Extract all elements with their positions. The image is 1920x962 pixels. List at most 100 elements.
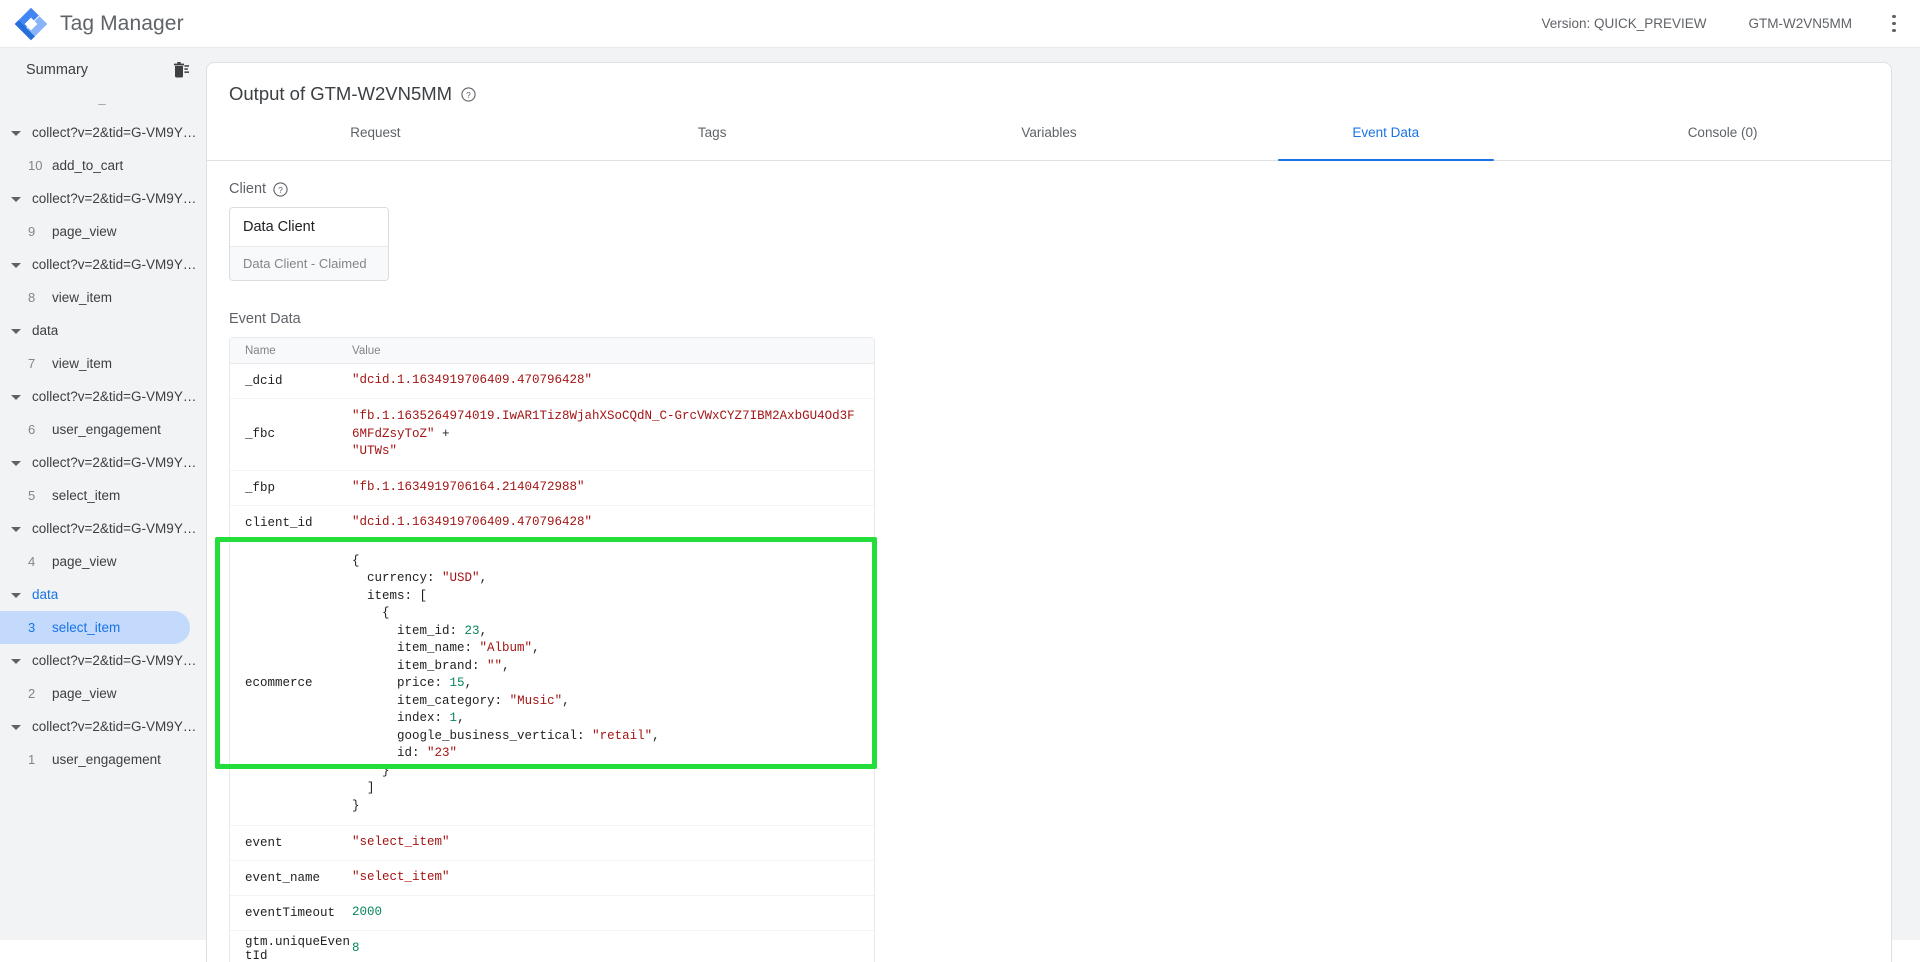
sidebar-item-label: page_view (52, 554, 117, 569)
card-header: Output of GTM-W2VN5MM ? (207, 63, 1891, 105)
caret-down-icon[interactable] (8, 455, 24, 471)
sidebar-group-collect[interactable]: collect?v=2&tid=G-VM9YC... (0, 380, 206, 413)
sidebar-group-label: collect?v=2&tid=G-VM9YC... (32, 521, 202, 536)
event-data-section-header: Event Data (229, 311, 1891, 327)
card-body: Client ? Data Client Data Client - Claim… (207, 161, 1891, 962)
summary-row[interactable]: Summary (0, 48, 206, 92)
caret-down-icon[interactable] (8, 521, 24, 537)
caret-down-icon[interactable] (8, 323, 24, 339)
table-row: ecommerce{ currency: "USD", items: [ { i… (230, 541, 874, 827)
sidebar-separator: – (0, 92, 206, 114)
sidebar-group-collect[interactable]: collect?v=2&tid=G-VM9YC... (0, 446, 206, 479)
client-section-header: Client ? (229, 181, 1891, 197)
sidebar-item-index: 10 (28, 158, 46, 173)
caret-down-icon[interactable] (8, 719, 24, 735)
column-header-name: Name (230, 345, 352, 357)
sidebar-group-label: data (32, 323, 58, 338)
sidebar-item-user_engagement[interactable]: 6 user_engagement (0, 413, 190, 446)
tab-tags[interactable]: Tags (544, 123, 881, 160)
sidebar-item-label: add_to_cart (52, 158, 123, 173)
caret-down-icon[interactable] (8, 653, 24, 669)
tab-variables[interactable]: Variables (881, 123, 1218, 160)
sidebar-event-list: collect?v=2&tid=G-VM9YC...10add_to_cartc… (0, 114, 206, 776)
row-value: "select_item" (352, 834, 874, 852)
brand-title: Tag Manager (60, 12, 184, 36)
top-app-bar: Tag Manager Version: QUICK_PREVIEW GTM-W… (0, 0, 1920, 48)
sidebar-item-index: 1 (28, 752, 46, 767)
sidebar-group-collect[interactable]: collect?v=2&tid=G-VM9YC... (0, 512, 206, 545)
sidebar-group-collect[interactable]: collect?v=2&tid=G-VM9YC... (0, 710, 206, 743)
topbar-right-actions: Version: QUICK_PREVIEW GTM-W2VN5MM (1541, 7, 1920, 41)
caret-down-icon[interactable] (8, 257, 24, 273)
brand[interactable]: Tag Manager (0, 7, 184, 41)
table-row: _fbc"fb.1.1635264974019.IwAR1Tiz8WjahXSo… (230, 399, 874, 471)
sidebar-item-user_engagement[interactable]: 1 user_engagement (0, 743, 190, 776)
caret-down-icon[interactable] (8, 125, 24, 141)
row-name: eventTimeout (230, 906, 352, 920)
sidebar-item-index: 2 (28, 686, 46, 701)
sidebar-group-data[interactable]: data (0, 314, 206, 347)
sidebar-group-label: collect?v=2&tid=G-VM9YC... (32, 653, 202, 668)
tab-request[interactable]: Request (207, 123, 544, 160)
sidebar-item-index: 4 (28, 554, 46, 569)
sidebar-item-view_item[interactable]: 7view_item (0, 347, 190, 380)
sidebar-item-label: page_view (52, 224, 117, 239)
row-name: gtm.uniqueEventId (230, 935, 352, 962)
table-row: client_id"dcid.1.1634919706409.470796428… (230, 506, 874, 541)
sidebar-item-label: user_engagement (52, 422, 161, 437)
help-circle-icon[interactable]: ? (273, 182, 288, 197)
sidebar-group-collect[interactable]: collect?v=2&tid=G-VM9YC... (0, 182, 206, 215)
event-data-section-title: Event Data (229, 311, 301, 327)
sidebar-item-select_item[interactable]: 3select_item (0, 611, 190, 644)
sidebar-item-label: view_item (52, 290, 112, 305)
kebab-menu-icon[interactable] (1882, 7, 1906, 41)
sidebar-item-select_item[interactable]: 5select_item (0, 479, 190, 512)
sidebar-group-collect[interactable]: collect?v=2&tid=G-VM9YC... (0, 116, 206, 149)
help-circle-icon[interactable]: ? (461, 87, 476, 102)
caret-down-icon[interactable] (8, 587, 24, 603)
table-row: _dcid"dcid.1.1634919706409.470796428" (230, 364, 874, 399)
client-status: Data Client - Claimed (230, 246, 388, 280)
row-name: event_name (230, 871, 352, 885)
tab-event-data[interactable]: Event Data (1217, 123, 1554, 160)
row-name: _dcid (230, 374, 352, 388)
client-card[interactable]: Data Client Data Client - Claimed (229, 207, 389, 281)
container-id-label: GTM-W2VN5MM (1749, 16, 1853, 31)
row-value: 2000 (352, 904, 874, 922)
event-sidebar: Summary – collect?v=2&tid=G-VM9YC... 10 ad… (0, 48, 206, 940)
trash-icon[interactable] (170, 60, 190, 80)
row-value: { currency: "USD", items: [ { item_id: 2… (352, 541, 874, 826)
row-value: 8 (352, 940, 874, 958)
sidebar-group-label: collect?v=2&tid=G-VM9YC... (32, 191, 202, 206)
tab-console-0[interactable]: Console (0) (1554, 123, 1891, 160)
table-header-row: Name Value (230, 338, 874, 364)
sidebar-item-add_to_cart[interactable]: 10 add_to_cart (0, 149, 190, 182)
sidebar-item-label: select_item (52, 620, 120, 635)
sidebar-item-view_item[interactable]: 8view_item (0, 281, 190, 314)
sidebar-item-page_view[interactable]: 9page_view (0, 215, 190, 248)
sidebar-group-label: collect?v=2&tid=G-VM9YC... (32, 125, 202, 140)
row-name: _fbc (230, 427, 352, 441)
sidebar-group-collect[interactable]: collect?v=2&tid=G-VM9YC... (0, 644, 206, 677)
caret-down-icon[interactable] (8, 389, 24, 405)
table-row: event"select_item" (230, 826, 874, 861)
sidebar-item-label: view_item (52, 356, 112, 371)
row-name: ecommerce (230, 676, 352, 690)
table-row: eventTimeout2000 (230, 896, 874, 931)
sidebar-group-data[interactable]: data (0, 578, 206, 611)
row-name: client_id (230, 516, 352, 530)
page-title: Output of GTM-W2VN5MM (229, 83, 452, 105)
output-tabs: RequestTagsVariablesEvent DataConsole (0… (207, 123, 1891, 161)
sidebar-item-page_view[interactable]: 2page_view (0, 677, 190, 710)
client-section-title: Client (229, 181, 266, 197)
sidebar-item-page_view[interactable]: 4 page_view (0, 545, 190, 578)
sidebar-item-index: 6 (28, 422, 46, 437)
sidebar-group-collect[interactable]: collect?v=2&tid=G-VM9YC... (0, 248, 206, 281)
caret-down-icon[interactable] (8, 191, 24, 207)
row-value: "fb.1.1635264974019.IwAR1Tiz8WjahXSoCQdN… (352, 399, 874, 470)
sidebar-group-label: collect?v=2&tid=G-VM9YC... (32, 389, 202, 404)
version-label: Version: QUICK_PREVIEW (1541, 16, 1706, 31)
sidebar-item-label: user_engagement (52, 752, 161, 767)
sidebar-group-label: collect?v=2&tid=G-VM9YC... (32, 257, 202, 272)
row-value: "select_item" (352, 869, 874, 887)
